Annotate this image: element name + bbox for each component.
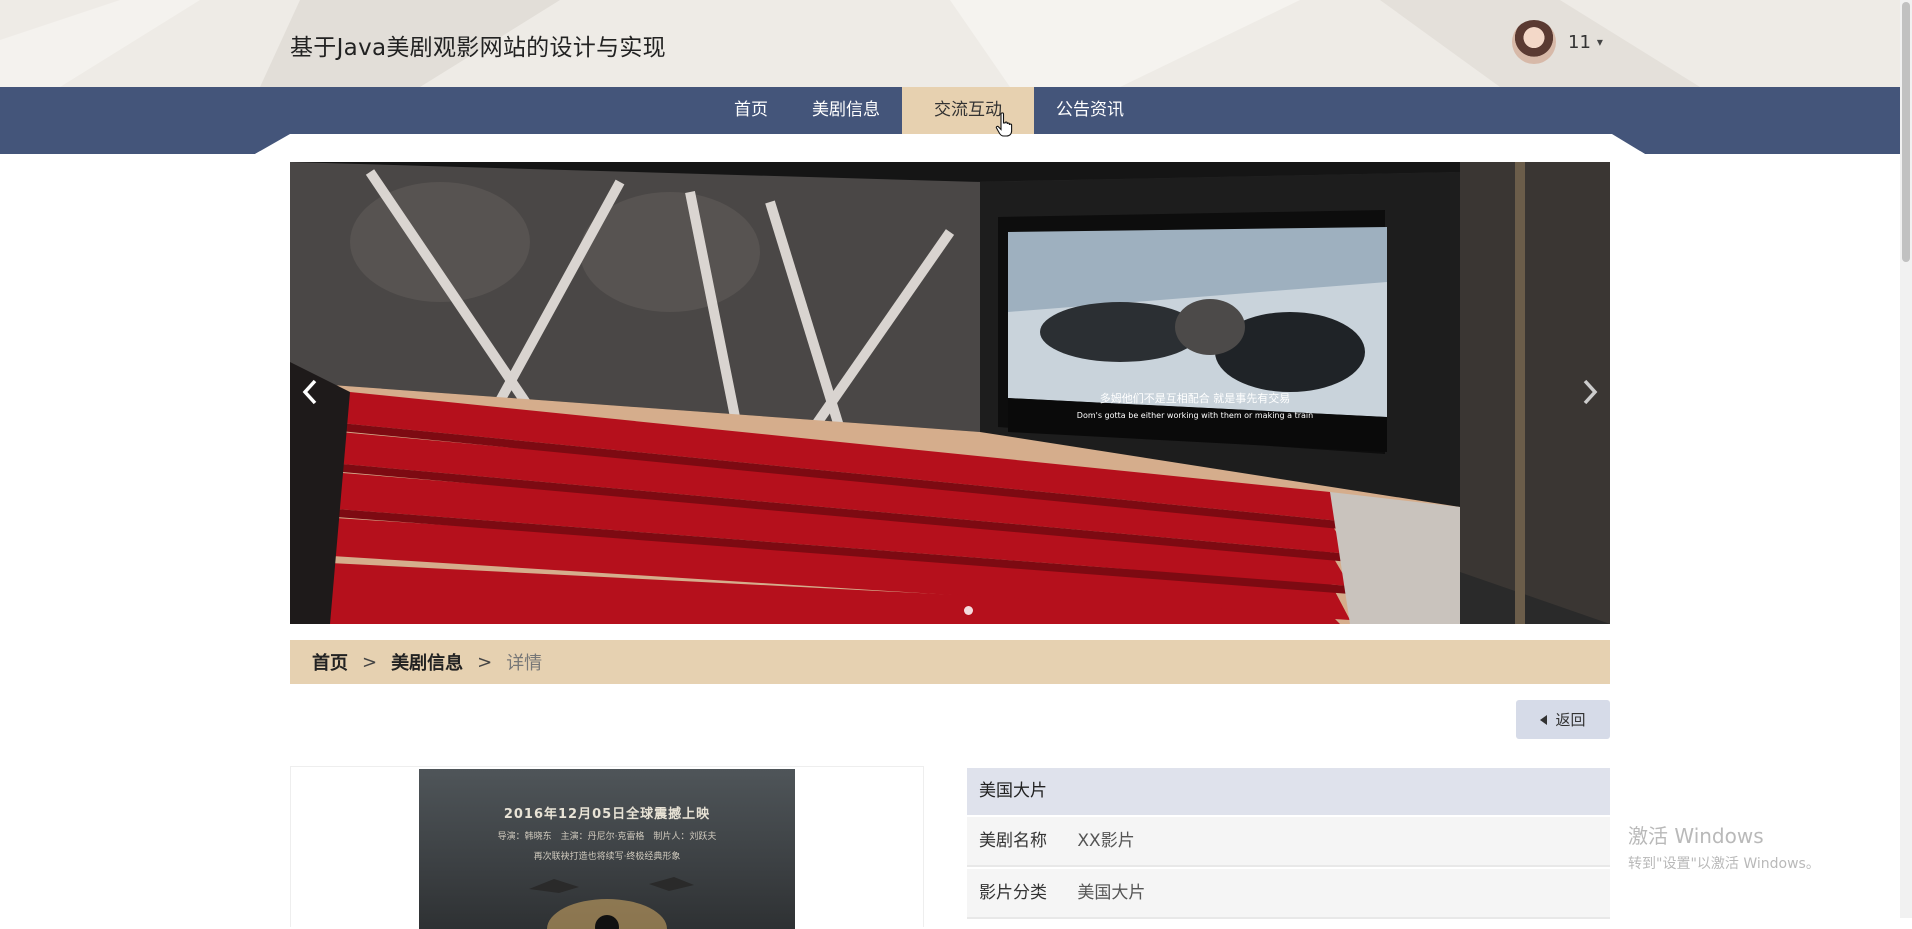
poster-artwork xyxy=(529,877,694,929)
info-value: XX影片 xyxy=(1077,831,1135,851)
carousel-next-button[interactable] xyxy=(1570,367,1610,417)
info-row: 美剧名称 XX影片 xyxy=(967,817,1610,867)
breadcrumb-home[interactable]: 首页 xyxy=(312,649,348,675)
watermark-subtitle: 转到"设置"以激活 Windows。 xyxy=(1628,856,1820,872)
watermark-title: 激活 Windows xyxy=(1628,824,1764,848)
main-nav: 首页 美剧信息 交流互动 公告资讯 xyxy=(712,87,1146,134)
user-menu[interactable]: 11 ▾ xyxy=(1512,20,1603,64)
info-category-header: 美国大片 xyxy=(967,768,1610,815)
carousel-indicator-dot[interactable] xyxy=(964,606,973,615)
page-scrollbar[interactable] xyxy=(1900,0,1912,918)
carousel-prev-button[interactable] xyxy=(290,367,330,417)
breadcrumb-separator: > xyxy=(477,651,493,673)
nav-item-interaction[interactable]: 交流互动 xyxy=(902,87,1034,134)
nav-item-drama-info[interactable]: 美剧信息 xyxy=(790,87,902,134)
site-title: 基于Java美剧观影网站的设计与实现 xyxy=(290,35,666,61)
chevron-right-icon xyxy=(1583,379,1598,405)
avatar[interactable] xyxy=(1512,20,1556,64)
windows-activation-watermark: 激活 Windows 转到"设置"以激活 Windows。 xyxy=(1628,820,1820,873)
breadcrumb-drama-info[interactable]: 美剧信息 xyxy=(391,649,463,675)
cinema-banner-image: 多姆他们不是互相配合 就是事先有交易 Dom's gotta be either… xyxy=(290,162,1610,624)
nav-item-announcements[interactable]: 公告资讯 xyxy=(1034,87,1146,134)
back-button[interactable]: 返回 xyxy=(1516,700,1610,739)
nav-divider-shape xyxy=(0,134,1900,154)
chevron-left-icon xyxy=(302,379,317,405)
info-row: 影片分类 美国大片 xyxy=(967,869,1610,919)
site-header: 基于Java美剧观影网站的设计与实现 11 ▾ xyxy=(0,0,1900,87)
poster-panel: 2016年12月05日全球震撼上映 导演：韩晓东 主演：丹尼尔·克雷格 制片人：… xyxy=(290,766,924,929)
drama-info-panel: 美国大片 美剧名称 XX影片 影片分类 美国大片 xyxy=(967,768,1610,919)
info-label: 影片分类 xyxy=(979,883,1047,903)
caret-left-icon xyxy=(1540,714,1548,725)
username[interactable]: 11 xyxy=(1568,32,1591,53)
info-value: 美国大片 xyxy=(1077,883,1146,903)
caret-down-icon[interactable]: ▾ xyxy=(1597,35,1603,49)
breadcrumb-separator: > xyxy=(362,651,378,673)
movie-poster: 2016年12月05日全球震撼上映 导演：韩晓东 主演：丹尼尔·克雷格 制片人：… xyxy=(419,769,795,929)
hero-carousel[interactable]: 多姆他们不是互相配合 就是事先有交易 Dom's gotta be either… xyxy=(290,162,1610,624)
breadcrumb-current: 详情 xyxy=(506,653,543,674)
breadcrumb: 首页 > 美剧信息 > 详情 xyxy=(290,640,1610,684)
banner-subtitle-en: Dom's gotta be either working with them … xyxy=(1077,411,1313,420)
info-label: 美剧名称 xyxy=(979,831,1047,851)
back-button-label: 返回 xyxy=(1555,711,1586,729)
hand-cursor-icon xyxy=(995,112,1013,137)
header-decoration xyxy=(0,0,1700,87)
banner-subtitle-cn: 多姆他们不是互相配合 就是事先有交易 xyxy=(1100,391,1291,405)
nav-item-home[interactable]: 首页 xyxy=(712,87,790,134)
scrollbar-thumb[interactable] xyxy=(1902,2,1910,262)
